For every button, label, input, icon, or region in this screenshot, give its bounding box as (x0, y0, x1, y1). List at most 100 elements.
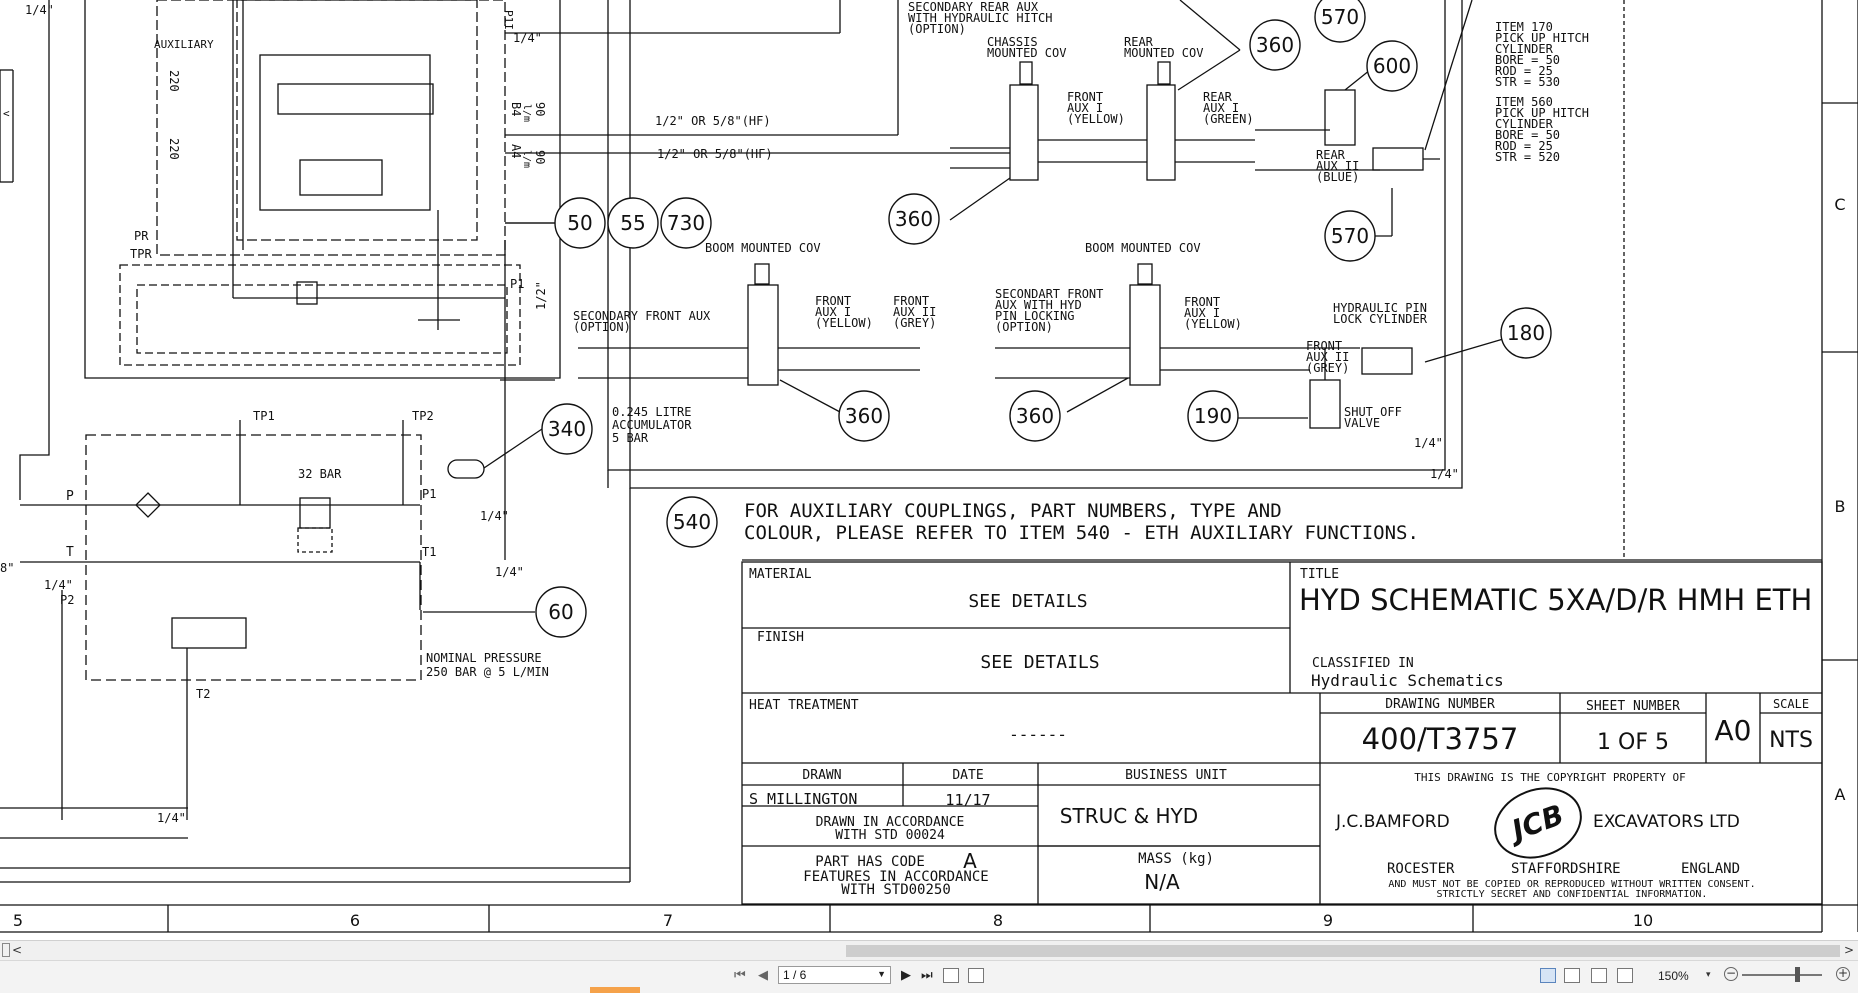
accumulator-label: ACCUMULATOR (612, 418, 692, 432)
callout-570: 570 (1331, 224, 1369, 248)
zoom-slider-thumb[interactable] (1795, 967, 1800, 982)
page-number-field[interactable]: 1 / 6 ▼ (778, 966, 891, 984)
callout-190: 190 (1194, 404, 1232, 428)
callout-540: 540 (673, 510, 711, 534)
finish-label: FINISH (757, 630, 804, 645)
fitting-label: 1/4" (25, 3, 54, 17)
callout-55: 55 (620, 211, 645, 235)
location-label: ENGLAND (1681, 861, 1740, 877)
pressure-32bar-label: 32 BAR (298, 467, 342, 481)
page-number-value: 1 / 6 (783, 968, 807, 982)
zoom-in-icon[interactable]: + (1836, 967, 1850, 981)
callout-570: 570 (1321, 5, 1359, 29)
jcb-logo-text: JCB (1503, 798, 1568, 849)
pipe-size-label: 1/2" OR 5/8"(HF) (655, 114, 771, 128)
copy-icon[interactable] (943, 968, 959, 983)
drawing-number-value: 400/T3757 (1362, 722, 1519, 756)
secondary-rear-label: (OPTION) (908, 22, 966, 36)
prev-page-icon[interactable]: ◀ (758, 968, 768, 983)
fitting-label: 1/4" (157, 811, 186, 825)
port-p11-label: P1I (502, 10, 515, 30)
item560-label: STR = 520 (1495, 150, 1560, 164)
flow-unit-label: l/m (521, 150, 532, 168)
material-label: MATERIAL (749, 567, 812, 582)
chevron-down-icon: ▼ (877, 969, 886, 979)
location-label: ROCESTER (1387, 861, 1455, 877)
horizontal-scrollbar[interactable]: < > (0, 940, 1858, 960)
zone-label: 5 (13, 911, 23, 930)
drawing-canvas: JCB 1/4" AUXILIARY 1/4" 220 220 B4 A4 90… (0, 0, 1858, 940)
fitting-label: 1/4" (1414, 436, 1443, 450)
rear-aux-label: (GREEN) (1203, 112, 1254, 126)
part-code-label: WITH STD00250 (841, 882, 951, 898)
title-label: TITLE (1300, 567, 1339, 582)
two-page-view-icon[interactable] (1591, 968, 1607, 983)
ruler-marker: < (3, 107, 10, 120)
sheet-number-label: SHEET NUMBER (1586, 699, 1680, 714)
zone-label: C (1834, 195, 1845, 214)
secondary-front-label: (OPTION) (573, 320, 631, 334)
sheet-number-value: 1 OF 5 (1597, 730, 1669, 755)
paste-icon[interactable] (968, 968, 984, 983)
port-t1-label: T1 (422, 545, 436, 559)
scroll-right-arrow-icon[interactable]: > (1842, 943, 1856, 957)
valve-220-label: 220 (167, 138, 181, 160)
nominal-pressure-label: NOMINAL PRESSURE (426, 651, 542, 665)
flow-label: 90 (533, 150, 547, 164)
front-aux1-label: (YELLOW) (1184, 317, 1242, 331)
callout-50: 50 (567, 211, 592, 235)
business-unit-value: STRUC & HYD (1060, 804, 1198, 828)
tp1-label: TP1 (253, 409, 275, 423)
accumulator-label: 0.245 LITRE (612, 405, 691, 419)
port-p-label: P (66, 489, 74, 504)
company-name: J.C.BAMFORD (1335, 812, 1450, 832)
scale-value: NTS (1769, 728, 1813, 753)
note-line: FOR AUXILIARY COUPLINGS, PART NUMBERS, T… (744, 500, 1282, 522)
scroll-left-box[interactable] (2, 943, 10, 957)
secondart-front-label: (OPTION) (995, 320, 1053, 334)
zoom-slider-track[interactable] (1742, 974, 1822, 976)
rear-cov-label: MOUNTED COV (1124, 46, 1203, 60)
callout-340: 340 (548, 417, 586, 441)
zone-label: 6 (350, 911, 360, 930)
scroll-left-arrow-icon[interactable]: < (10, 943, 24, 957)
port-p2-label: P2 (60, 593, 74, 607)
drawn-accordance-label: WITH STD 00024 (835, 828, 945, 843)
chassis-cov-label: MOUNTED COV (987, 46, 1066, 60)
half-inch-label: 1/2" (534, 281, 548, 310)
schematic-drawing: JCB 1/4" AUXILIARY 1/4" 220 220 B4 A4 90… (0, 0, 1858, 933)
zone-label: 10 (1633, 911, 1653, 930)
drawing-number-label: DRAWING NUMBER (1385, 697, 1495, 712)
drawing-title: HYD SCHEMATIC 5XA/D/R HMH ETH (1299, 583, 1812, 617)
classified-value: Hydraulic Schematics (1311, 671, 1504, 690)
heat-treatment-label: HEAT TREATMENT (749, 698, 859, 713)
scale-label: SCALE (1773, 697, 1809, 711)
single-page-view-icon[interactable] (1540, 968, 1556, 983)
zone-label: A (1835, 785, 1846, 804)
fitting-label: 1/4" (44, 578, 73, 592)
drawn-by-value: S MILLINGTON (749, 790, 857, 808)
heat-treatment-value: ------ (1009, 725, 1067, 744)
zoom-dropdown-icon[interactable]: ▾ (1706, 970, 1711, 980)
port-tpr-label: TPR (130, 247, 152, 261)
first-page-icon[interactable]: ⏮ (734, 968, 746, 983)
zoom-out-icon[interactable]: − (1724, 967, 1738, 981)
two-page-continuous-view-icon[interactable] (1617, 968, 1633, 983)
zone-label: 7 (663, 911, 673, 930)
flow-label: 90 (533, 102, 547, 116)
port-b4-label: B4 (509, 102, 523, 116)
fitting-label: 8" (0, 561, 14, 575)
scrollbar-thumb[interactable] (846, 945, 1840, 957)
pin-lock-cylinder-label: LOCK CYLINDER (1333, 312, 1428, 326)
date-label: DATE (952, 768, 983, 783)
port-p1-label: P1 (510, 277, 524, 291)
location-label: STAFFORDSHIRE (1511, 861, 1621, 877)
port-t-label: T (66, 545, 74, 560)
callout-360: 360 (1016, 404, 1054, 428)
continuous-view-icon[interactable] (1564, 968, 1580, 983)
next-page-icon[interactable]: ▶ (901, 968, 911, 983)
zoom-level[interactable]: 150% (1658, 969, 1689, 983)
last-page-icon[interactable]: ⏭ (921, 968, 933, 983)
copyright-label: THIS DRAWING IS THE COPYRIGHT PROPERTY O… (1414, 771, 1686, 784)
taskbar-accent-mark (590, 987, 640, 993)
